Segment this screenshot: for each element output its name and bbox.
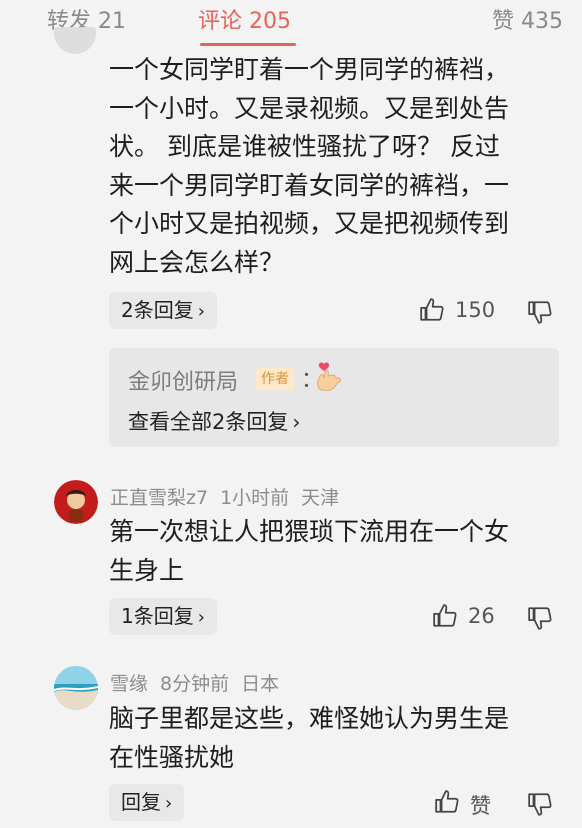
timestamp: 1小时前 xyxy=(220,487,290,509)
comment-meta: 雪缘 8分钟前 日本 xyxy=(110,669,291,696)
username[interactable]: 雪缘 xyxy=(110,673,148,695)
tab-likes[interactable]: 赞 435 xyxy=(492,3,563,35)
comment-line: 一个女同学盯着一个男同学的裤裆， xyxy=(109,55,510,84)
comment-text: 脑子里都是这些，难怪她认为男生是 在性骚扰她 xyxy=(109,700,509,777)
like-count: 26 xyxy=(468,604,495,628)
comment-line: 网上会怎么样？ xyxy=(109,247,285,277)
comment-line: 脑子里都是这些，难怪她认为男生是 xyxy=(109,704,510,733)
thumbs-down-icon[interactable] xyxy=(527,791,553,817)
comment-line: 一个小时。又是录视频。又是到处告 xyxy=(109,93,510,123)
location: 天津 xyxy=(301,487,340,509)
comment-line: 在性骚扰她 xyxy=(109,742,235,772)
sub-reply-author[interactable]: 金卯创研局 xyxy=(128,364,238,396)
comment-line: 个小时又是拍视频，又是把视频传到 xyxy=(109,209,510,238)
view-all-label: 查看全部2条回复 xyxy=(128,410,289,434)
location: 日本 xyxy=(241,673,280,695)
comment-line: 来一个男同学盯着女同学的裤裆，一 xyxy=(109,170,510,200)
like-label[interactable]: 赞 xyxy=(470,790,491,820)
sub-reply-box[interactable]: 金卯创研局 作者 ： 查看全部2条回复 › xyxy=(109,348,559,447)
avatar[interactable] xyxy=(54,666,98,710)
tab-comments[interactable]: 评论 205 xyxy=(198,3,291,35)
chevron-right-icon: › xyxy=(197,301,205,322)
view-replies-button[interactable]: 1条回复 › xyxy=(109,598,217,635)
comment-meta: 正直雪梨z7 1小时前 天津 xyxy=(110,483,351,510)
reply-label: 回复 xyxy=(121,790,161,814)
username[interactable]: 正直雪梨z7 xyxy=(110,487,208,509)
chevron-right-icon: › xyxy=(197,607,205,628)
reply-button[interactable]: 回复 › xyxy=(109,784,185,821)
thumbs-down-icon[interactable] xyxy=(527,299,553,325)
replies-label: 2条回复 xyxy=(121,298,194,322)
comment-text: 第一次想让人把猥琐下流用在一个女 生身上 xyxy=(109,513,509,590)
active-tab-indicator xyxy=(200,43,296,46)
finger-heart-emoji-icon xyxy=(317,362,342,391)
like-count: 150 xyxy=(455,298,496,322)
author-badge: 作者 xyxy=(256,368,294,390)
chevron-right-icon: › xyxy=(165,793,173,814)
timestamp: 8分钟前 xyxy=(160,673,230,695)
thumbs-up-icon[interactable] xyxy=(419,297,445,323)
avatar[interactable] xyxy=(54,480,98,524)
thumbs-up-icon[interactable] xyxy=(432,603,458,629)
chevron-right-icon: › xyxy=(292,410,301,434)
thumbs-up-icon[interactable] xyxy=(434,789,460,815)
view-all-replies-link[interactable]: 查看全部2条回复 › xyxy=(128,406,300,436)
comment-text: 一个女同学盯着一个男同学的裤裆， 一个小时。又是录视频。又是到处告 状。 到底是… xyxy=(109,51,509,282)
replies-label: 1条回复 xyxy=(121,604,194,628)
comment-line: 生身上 xyxy=(109,555,185,585)
view-replies-button[interactable]: 2条回复 › xyxy=(109,292,217,329)
comment-line: 第一次想让人把猥琐下流用在一个女 xyxy=(109,517,510,546)
comment-line: 状。 到底是谁被性骚扰了呀？ 反过 xyxy=(109,132,500,161)
thumbs-down-icon[interactable] xyxy=(527,605,553,631)
